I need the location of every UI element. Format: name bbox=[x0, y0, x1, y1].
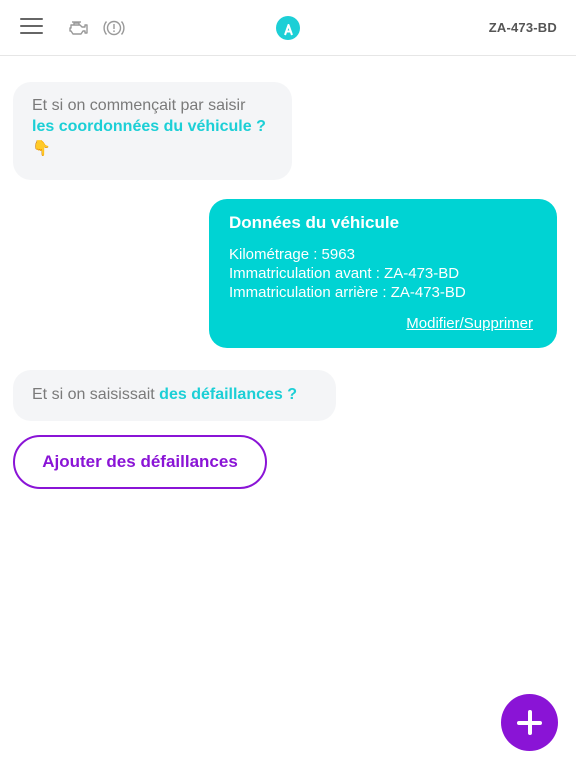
add-defects-button[interactable]: Ajouter des défaillances bbox=[13, 435, 267, 489]
vehicle-plate: ZA-473-BD bbox=[488, 20, 557, 35]
brake-warning-icon[interactable] bbox=[102, 16, 126, 40]
front-plate-line: Immatriculation avant : ZA-473-BD bbox=[229, 265, 460, 282]
hamburger-menu-icon[interactable] bbox=[20, 17, 44, 37]
card-title: Données du véhicule bbox=[229, 213, 400, 232]
vehicle-data-card: Données du véhicule Kilométrage : 5963 I… bbox=[209, 199, 557, 348]
edit-delete-link[interactable]: Modifier/Supprimer bbox=[406, 315, 533, 332]
message-highlight: des défaillances ? bbox=[159, 386, 298, 403]
app-logo-icon bbox=[276, 16, 300, 40]
bot-message-vehicle-prompt: Et si on commençait par saisir les coord… bbox=[13, 82, 292, 180]
message-text: Et si on saisissait bbox=[32, 386, 155, 403]
pointing-down-emoji: 👇 bbox=[32, 140, 51, 157]
add-fab-button[interactable] bbox=[501, 694, 558, 751]
rear-plate-line: Immatriculation arrière : ZA-473-BD bbox=[229, 284, 466, 301]
top-bar: ZA-473-BD bbox=[0, 0, 576, 56]
engine-icon[interactable] bbox=[66, 17, 90, 39]
bot-message-defects-prompt: Et si on saisissait des défaillances ? bbox=[13, 370, 336, 421]
message-text: Et si on commençait par saisir bbox=[32, 97, 246, 114]
message-highlight: les coordonnées du véhicule ? bbox=[32, 118, 266, 135]
mileage-line: Kilométrage : 5963 bbox=[229, 246, 355, 263]
